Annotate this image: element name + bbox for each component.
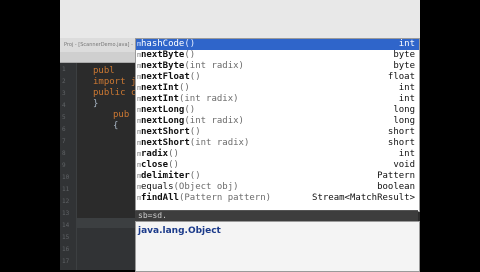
- completion-item-params: (int radix): [184, 116, 244, 126]
- line-number: 7: [62, 138, 66, 145]
- completion-item-type: float: [387, 72, 415, 82]
- completion-item-type: Stream<MatchResult>: [312, 193, 415, 203]
- completion-item-name: findAll: [141, 193, 179, 203]
- completion-popup[interactable]: m hashCode() int m nextByte() byte m nex…: [135, 38, 420, 212]
- title-bar: [60, 0, 420, 38]
- completion-item[interactable]: m close() void: [136, 160, 419, 171]
- completion-item[interactable]: m nextLong() long: [136, 105, 419, 116]
- completion-item[interactable]: m nextInt() int: [136, 83, 419, 94]
- completion-item-name: nextByte: [141, 61, 185, 71]
- completion-item[interactable]: m nextShort() short: [136, 127, 419, 138]
- completion-item-type: short: [387, 138, 415, 148]
- completion-item-type: Pattern: [377, 171, 415, 181]
- line-number: 5: [62, 114, 66, 121]
- completion-item-params: (): [189, 171, 201, 181]
- code-line: {: [113, 121, 119, 131]
- completion-item-type: int: [398, 83, 415, 93]
- completion-item[interactable]: m delimiter() Pattern: [136, 171, 419, 182]
- editor-input-line[interactable]: sb=sd.: [135, 210, 418, 221]
- code-line: publ: [93, 66, 115, 76]
- completion-item-name: nextShort: [141, 138, 190, 148]
- line-number: 12: [62, 198, 70, 205]
- completion-item-params: (): [184, 105, 196, 115]
- completion-item-params: (Pattern pattern): [178, 193, 272, 203]
- line-number: 9: [62, 162, 66, 169]
- completion-item[interactable]: m nextLong(int radix) long: [136, 116, 419, 127]
- completion-item[interactable]: m nextShort(int radix) short: [136, 138, 419, 149]
- completion-item-params: (): [184, 50, 196, 60]
- line-number: 11: [62, 186, 70, 193]
- completion-item-name: hashCode: [141, 39, 185, 49]
- completion-item[interactable]: m equals(Object obj) boolean: [136, 182, 419, 193]
- completion-item-name: equals: [141, 182, 174, 192]
- line-number: 17: [62, 258, 70, 265]
- completion-item-name: nextInt: [141, 83, 179, 93]
- javadoc-popup: java.lang.Object: [135, 221, 420, 272]
- completion-item-params: (): [189, 127, 201, 137]
- completion-item-type: long: [393, 105, 415, 115]
- completion-item-params: (): [168, 149, 179, 159]
- typed-code: sb=sd.: [138, 211, 167, 220]
- completion-item-params: (int radix): [189, 138, 250, 148]
- completion-item-name: nextInt: [141, 94, 179, 104]
- line-number: 6: [62, 126, 66, 133]
- completion-item-name: nextFloat: [141, 72, 190, 82]
- javadoc-title: java.lang.Object: [138, 226, 221, 236]
- completion-item[interactable]: m radix() int: [136, 149, 419, 160]
- line-number: 15: [62, 234, 70, 241]
- line-number: 14: [62, 222, 70, 229]
- completion-item-type: int: [398, 94, 415, 104]
- completion-item-type: byte: [393, 50, 415, 60]
- completion-item-name: radix: [141, 149, 169, 159]
- completion-item[interactable]: m nextInt(int radix) int: [136, 94, 419, 105]
- completion-item-name: nextShort: [141, 127, 190, 137]
- line-number: 1: [62, 66, 66, 73]
- completion-item[interactable]: m nextByte(int radix) byte: [136, 61, 419, 72]
- completion-item[interactable]: m nextByte() byte: [136, 50, 419, 61]
- completion-item[interactable]: m findAll(Pattern pattern) Stream<MatchR…: [136, 193, 419, 204]
- line-number: 10: [62, 174, 70, 181]
- completion-item-name: nextByte: [141, 50, 185, 60]
- completion-item-type: short: [387, 127, 415, 137]
- completion-item-type: void: [393, 160, 415, 170]
- line-number: 3: [62, 90, 66, 97]
- completion-item[interactable]: m nextFloat() float: [136, 72, 419, 83]
- code-line: public c: [93, 88, 137, 98]
- completion-item-params: (): [168, 160, 179, 170]
- completion-item-type: int: [398, 39, 415, 49]
- completion-item-name: close: [141, 160, 169, 170]
- completion-item-name: nextLong: [141, 105, 185, 115]
- code-line: import j: [93, 77, 137, 87]
- line-number: 13: [62, 210, 70, 217]
- line-number: 4: [62, 102, 66, 109]
- line-number: 8: [62, 150, 66, 157]
- completion-item-params: (): [178, 83, 190, 93]
- completion-item[interactable]: m hashCode() int: [136, 39, 419, 50]
- code-line: pub: [113, 110, 130, 120]
- completion-item-name: delimiter: [141, 171, 190, 181]
- completion-item-type: long: [393, 116, 415, 126]
- completion-item-type: boolean: [377, 182, 415, 192]
- completion-item-type: int: [398, 149, 415, 159]
- completion-item-params: (): [184, 39, 196, 49]
- completion-item-params: (Object obj): [173, 182, 239, 192]
- completion-item-type: byte: [393, 61, 415, 71]
- line-number: 16: [62, 246, 70, 253]
- line-number: 2: [62, 78, 66, 85]
- code-line: }: [93, 99, 99, 109]
- completion-item-params: (int radix): [184, 61, 244, 71]
- completion-item-params: (int radix): [178, 94, 239, 104]
- line-number-gutter: 1 2 3 4 5 6 7 8 9 10 11 12 13 14 15 16 1…: [60, 63, 77, 270]
- completion-item-name: nextLong: [141, 116, 185, 126]
- completion-item-params: (): [189, 72, 201, 82]
